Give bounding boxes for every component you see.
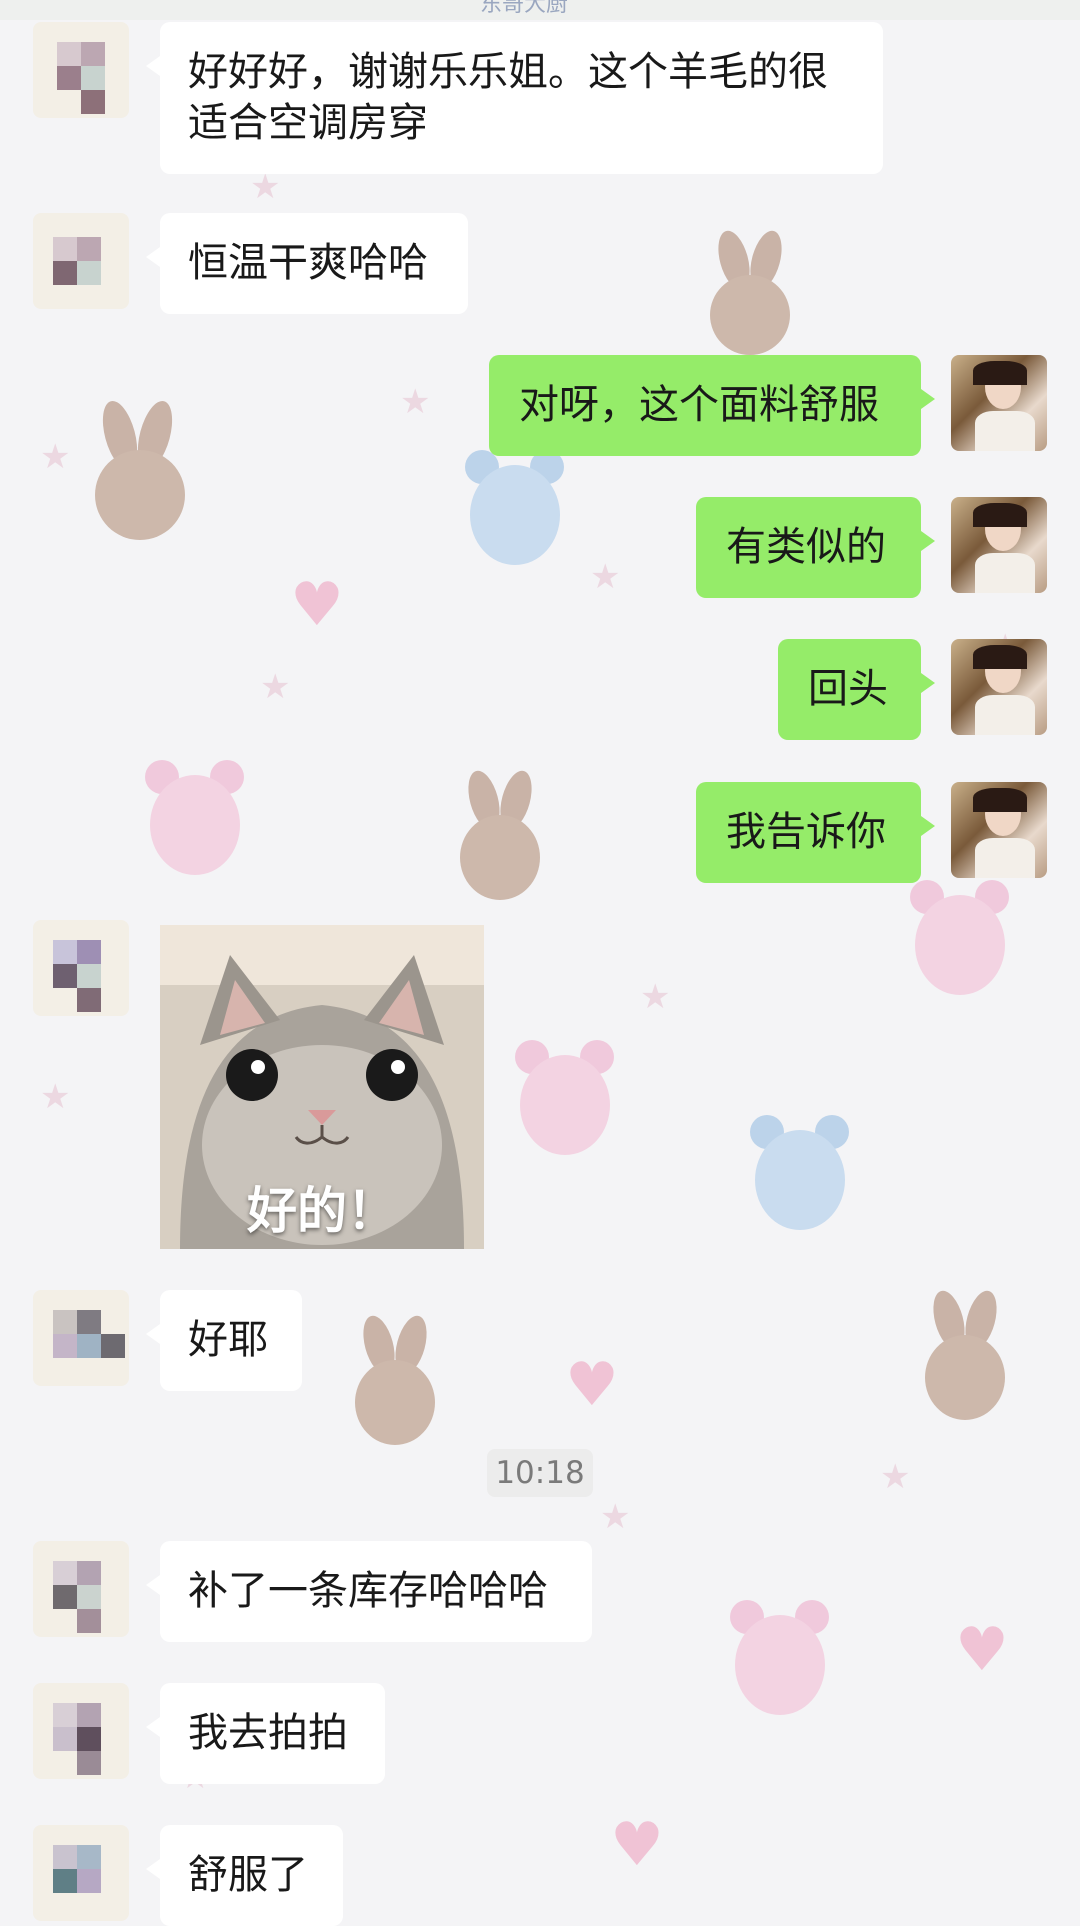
message-text: 舒服了 bbox=[188, 1852, 308, 1898]
bear-decoration bbox=[745, 1115, 855, 1235]
chat-title-text: 东哥大厨 bbox=[480, 0, 569, 17]
bear-decoration bbox=[725, 1600, 835, 1720]
chat-title-partial: 东哥大厨 bbox=[0, 0, 1080, 20]
my-avatar[interactable] bbox=[951, 782, 1047, 878]
bunny-decoration bbox=[915, 1287, 1015, 1430]
contact-avatar[interactable] bbox=[33, 1825, 129, 1921]
sticker-caption: 好的！ bbox=[247, 1182, 397, 1240]
heart-decoration: ♥ bbox=[565, 1350, 619, 1420]
my-avatar[interactable] bbox=[951, 639, 1047, 735]
heart-decoration: ♥ bbox=[955, 1615, 1009, 1685]
bunny-decoration bbox=[450, 767, 550, 910]
star-decoration: ★ bbox=[400, 382, 431, 422]
incoming-message-bubble[interactable]: 恒温干爽哈哈 bbox=[146, 213, 468, 314]
star-decoration: ★ bbox=[590, 557, 621, 597]
heart-decoration: ♥ bbox=[610, 1810, 664, 1880]
message-text: 好耶 bbox=[188, 1317, 268, 1363]
contact-avatar[interactable] bbox=[33, 1290, 129, 1386]
star-decoration: ★ bbox=[40, 437, 71, 477]
bunny-decoration bbox=[85, 397, 195, 550]
contact-avatar[interactable] bbox=[33, 213, 129, 309]
message-text: 对呀，这个面料舒服 bbox=[519, 382, 879, 428]
star-decoration: ★ bbox=[880, 1457, 911, 1497]
message-text: 补了一条库存哈哈哈 bbox=[188, 1568, 548, 1614]
outgoing-message-bubble[interactable]: 对呀，这个面料舒服 bbox=[489, 355, 935, 456]
message-text: 恒温干爽哈哈 bbox=[188, 240, 428, 286]
incoming-message-bubble[interactable]: 补了一条库存哈哈哈 bbox=[146, 1541, 592, 1642]
cat-sticker[interactable]: 好的！ bbox=[160, 925, 484, 1249]
contact-avatar[interactable] bbox=[33, 1683, 129, 1779]
bunny-decoration bbox=[700, 227, 800, 360]
message-text: 回头 bbox=[808, 666, 888, 712]
contact-avatar[interactable] bbox=[33, 920, 129, 1016]
star-decoration: ★ bbox=[600, 1497, 631, 1537]
incoming-message-bubble[interactable]: 舒服了 bbox=[146, 1825, 343, 1926]
bear-decoration bbox=[140, 760, 250, 880]
star-decoration: ★ bbox=[640, 977, 671, 1017]
star-decoration: ★ bbox=[40, 1077, 71, 1117]
incoming-message-bubble[interactable]: 我去拍拍 bbox=[146, 1683, 385, 1784]
outgoing-message-bubble[interactable]: 回头 bbox=[778, 639, 935, 740]
bear-decoration bbox=[460, 450, 570, 570]
message-text: 我去拍拍 bbox=[188, 1710, 348, 1756]
incoming-message-bubble[interactable]: 好好好，谢谢乐乐姐。这个羊毛的很适合空调房穿 bbox=[146, 22, 883, 174]
contact-avatar[interactable] bbox=[33, 22, 129, 118]
star-decoration: ★ bbox=[250, 167, 281, 207]
heart-decoration: ♥ bbox=[290, 570, 344, 640]
my-avatar[interactable] bbox=[951, 497, 1047, 593]
star-decoration: ★ bbox=[260, 667, 291, 707]
contact-avatar[interactable] bbox=[33, 1541, 129, 1637]
bear-decoration bbox=[905, 880, 1015, 1000]
outgoing-message-bubble[interactable]: 有类似的 bbox=[696, 497, 935, 598]
timestamp-chip: 10:18 bbox=[487, 1449, 593, 1497]
outgoing-message-bubble[interactable]: 我告诉你 bbox=[696, 782, 935, 883]
my-avatar[interactable] bbox=[951, 355, 1047, 451]
message-text: 我告诉你 bbox=[726, 809, 886, 855]
bear-decoration bbox=[510, 1040, 620, 1160]
message-text: 好好好，谢谢乐乐姐。这个羊毛的很适合空调房穿 bbox=[188, 49, 828, 146]
message-text: 有类似的 bbox=[726, 524, 886, 570]
bunny-decoration bbox=[345, 1312, 445, 1455]
incoming-message-bubble[interactable]: 好耶 bbox=[146, 1290, 302, 1391]
